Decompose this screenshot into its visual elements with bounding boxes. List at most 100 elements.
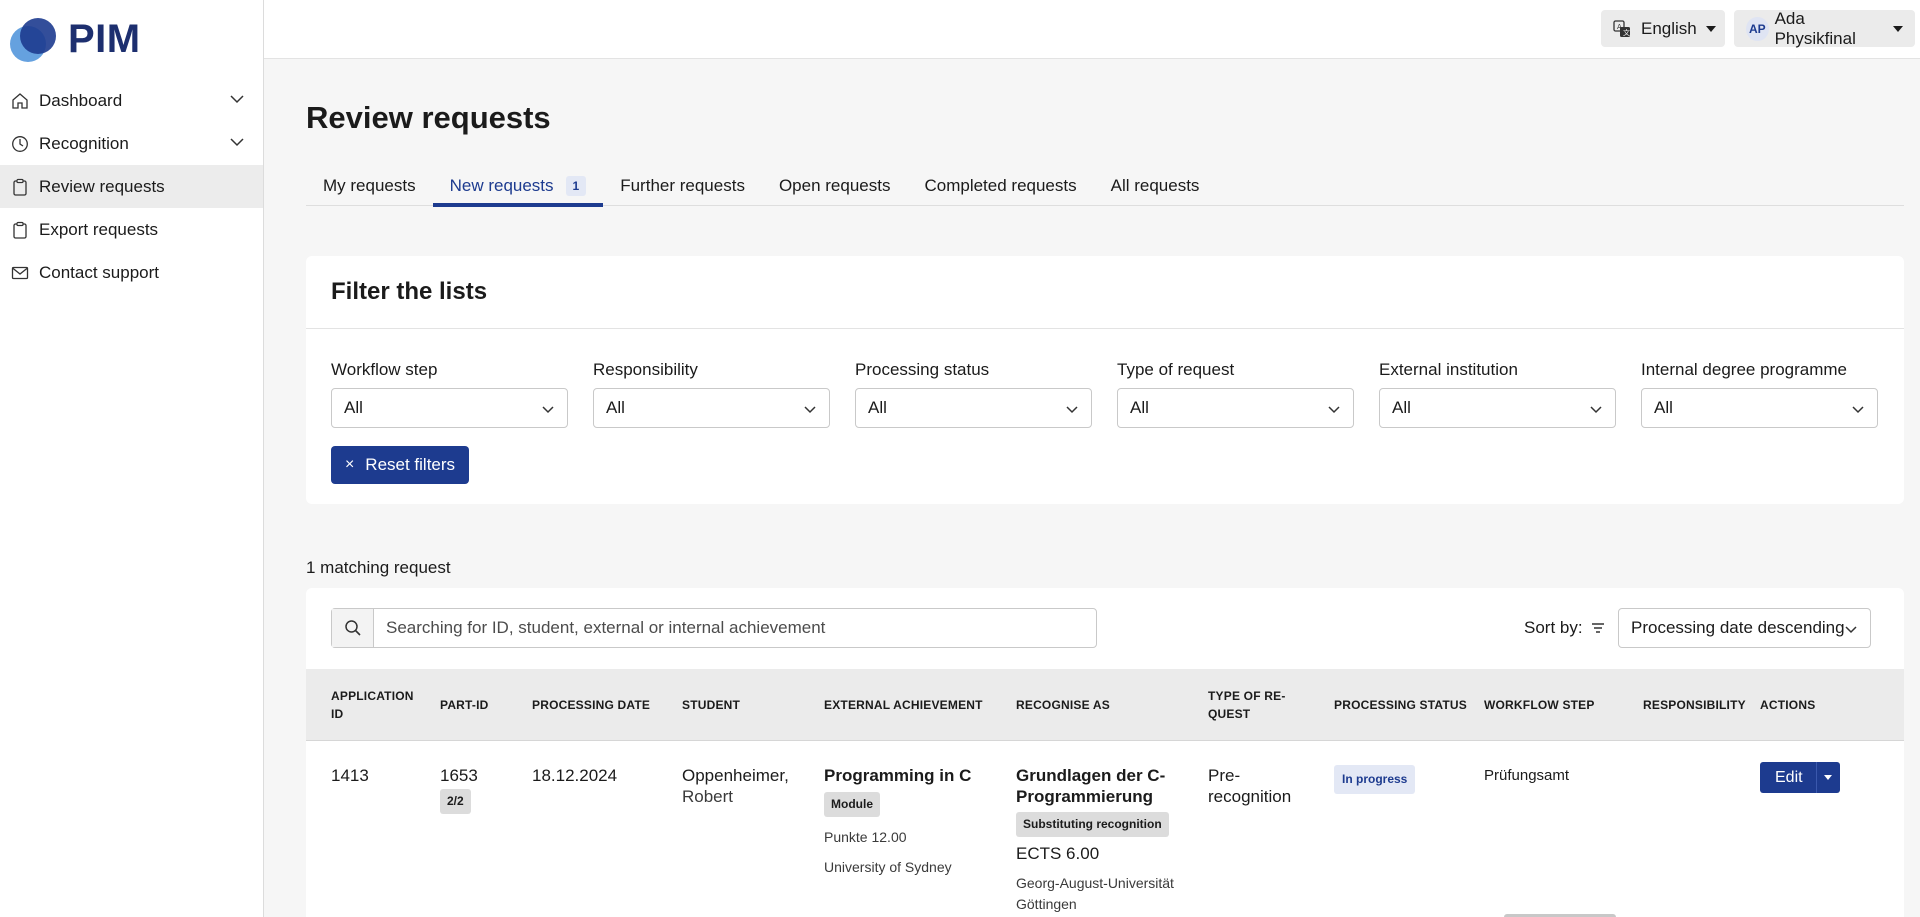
external-achievement-cell: Programming in C Module Punkte 12.00 Uni… xyxy=(824,765,1004,878)
search-bar xyxy=(331,608,1097,648)
external-institution: University of Sydney xyxy=(824,859,952,875)
processing-status-select[interactable]: All xyxy=(855,388,1092,428)
recognise-ects: ECTS 6.00 xyxy=(1016,844,1100,863)
request-tabs: My requests New requests 1 Further reques… xyxy=(306,165,1904,207)
select-value: All xyxy=(1392,398,1411,417)
student-cell: Oppenheimer, Robert xyxy=(682,765,789,807)
tab-label: All requests xyxy=(1110,175,1200,195)
chevron-down-icon xyxy=(1851,401,1865,421)
select-value: All xyxy=(344,398,363,417)
search-input[interactable] xyxy=(374,609,1096,647)
reset-label: Reset filters xyxy=(365,455,456,474)
top-bar: A文 English AP Ada Physikfinal xyxy=(264,0,1920,59)
close-icon: × xyxy=(344,456,355,473)
avatar: AP xyxy=(1746,16,1769,41)
tab-all-requests[interactable]: All requests xyxy=(1094,165,1217,206)
tab-completed-requests[interactable]: Completed requests xyxy=(907,165,1093,206)
column-header[interactable]: Responsibility xyxy=(1643,669,1746,741)
filter-label: External institution xyxy=(1379,360,1518,379)
filter-title: Filter the lists xyxy=(331,278,488,305)
select-value: All xyxy=(606,398,625,417)
chevron-down-icon xyxy=(803,401,817,421)
column-header[interactable]: Type of re-quest xyxy=(1208,669,1292,741)
chevron-down-icon[interactable] xyxy=(229,91,245,112)
chevron-down-icon xyxy=(1065,401,1079,421)
actions-cell: Edit xyxy=(1760,762,1840,793)
tab-further-requests[interactable]: Further requests xyxy=(603,165,762,206)
select-value: All xyxy=(1654,398,1673,417)
responsibility-select[interactable]: All xyxy=(593,388,830,428)
select-value: Processing date descending xyxy=(1631,618,1845,637)
tab-label: Open requests xyxy=(778,175,891,195)
internal-degree-programme-select[interactable]: All xyxy=(1641,388,1878,428)
reset-filters-button[interactable]: × Reset filters xyxy=(331,446,469,484)
column-header[interactable]: Application ID xyxy=(331,669,421,741)
table-row[interactable]: 1413 1653 2/2 18.12.2024 Oppenheimer, Ro… xyxy=(306,741,1904,917)
tab-new-requests[interactable]: New requests 1 xyxy=(432,165,604,207)
sidebar-item-dashboard[interactable]: Dashboard xyxy=(0,79,263,122)
column-header[interactable]: Part-ID xyxy=(440,669,489,741)
workflow-step: Prüfungsamt xyxy=(1484,767,1570,784)
user-name: Ada Physikfinal xyxy=(1774,8,1856,48)
results-panel: Sort by: Processing date descending Appl… xyxy=(306,588,1904,917)
column-header: Actions xyxy=(1760,698,1816,712)
sidebar-item-export-requests[interactable]: Export requests xyxy=(0,208,263,251)
workflow-step-select[interactable]: All xyxy=(331,388,568,428)
sidebar-item-label: Recognition xyxy=(39,133,129,153)
column-header[interactable]: Processing status xyxy=(1334,669,1467,741)
search-button[interactable] xyxy=(332,609,374,647)
filter-lines-icon xyxy=(1591,622,1605,634)
page-title: Review requests xyxy=(306,100,551,135)
match-count: 1 matching request xyxy=(306,558,451,577)
select-value: All xyxy=(1130,398,1149,417)
tab-label: Completed requests xyxy=(924,175,1077,195)
caret-down-icon xyxy=(1705,25,1716,32)
clipboard-icon xyxy=(10,177,30,197)
recognise-as-title: Grundlagen der C-Programmierung xyxy=(1016,766,1166,806)
home-icon xyxy=(10,91,30,111)
language-label: English xyxy=(1641,18,1697,38)
processing-date: 18.12.2024 xyxy=(532,766,618,785)
filter-label: Responsibility xyxy=(593,360,698,379)
sidebar-item-contact-support[interactable]: Contact support xyxy=(0,251,263,294)
status-badge: In progress xyxy=(1334,765,1416,794)
sidebar-item-label: Dashboard xyxy=(39,90,123,110)
request-type: Pre-recognition xyxy=(1208,766,1292,806)
external-institution-select[interactable]: All xyxy=(1379,388,1616,428)
caret-down-icon xyxy=(1893,25,1903,32)
column-header[interactable]: Workflow step xyxy=(1484,669,1595,741)
edit-dropdown-toggle[interactable] xyxy=(1815,762,1840,793)
part-id-cell: 1653 2/2 xyxy=(440,765,478,814)
processing-status-cell: In progress xyxy=(1334,765,1416,794)
language-selector[interactable]: A文 English xyxy=(1601,10,1725,47)
sidebar-item-recognition[interactable]: Recognition xyxy=(0,122,263,165)
column-header[interactable]: Student xyxy=(682,669,740,741)
external-points: Punkte 12.00 xyxy=(824,829,907,845)
sidebar: PIM Dashboard Recognition Review request… xyxy=(0,0,264,917)
type-of-request-select[interactable]: All xyxy=(1117,388,1354,428)
column-header[interactable]: Recognise as xyxy=(1016,669,1110,741)
part-id: 1653 xyxy=(440,766,478,785)
tab-label: My requests xyxy=(323,175,416,195)
edit-button[interactable]: Edit xyxy=(1760,762,1816,793)
logo-text: PIM xyxy=(68,16,141,61)
tab-my-requests[interactable]: My requests xyxy=(306,165,433,206)
clock-icon xyxy=(10,134,30,154)
chevron-down-icon xyxy=(1844,621,1858,641)
select-value: All xyxy=(868,398,887,417)
user-menu[interactable]: AP Ada Physikfinal xyxy=(1734,8,1915,48)
part-count-badge: 2/2 xyxy=(440,789,471,814)
translate-icon: A文 xyxy=(1613,19,1631,38)
filter-external-institution: External institution All xyxy=(1379,360,1616,428)
app-logo[interactable]: PIM xyxy=(10,14,141,64)
sort-select[interactable]: Processing date descending xyxy=(1618,608,1871,648)
tab-open-requests[interactable]: Open requests xyxy=(762,165,908,206)
chevron-down-icon[interactable] xyxy=(229,134,245,155)
divider xyxy=(306,328,1904,329)
table-header: Application ID Part-ID Processing date S… xyxy=(306,669,1904,741)
column-header[interactable]: External achievement xyxy=(824,669,983,741)
sidebar-item-label: Contact support xyxy=(39,262,160,282)
column-header[interactable]: Processing date xyxy=(532,669,650,741)
sidebar-item-review-requests[interactable]: Review requests xyxy=(0,165,263,208)
recognise-institution: Georg-August-Universität Göttingen xyxy=(1016,875,1174,912)
